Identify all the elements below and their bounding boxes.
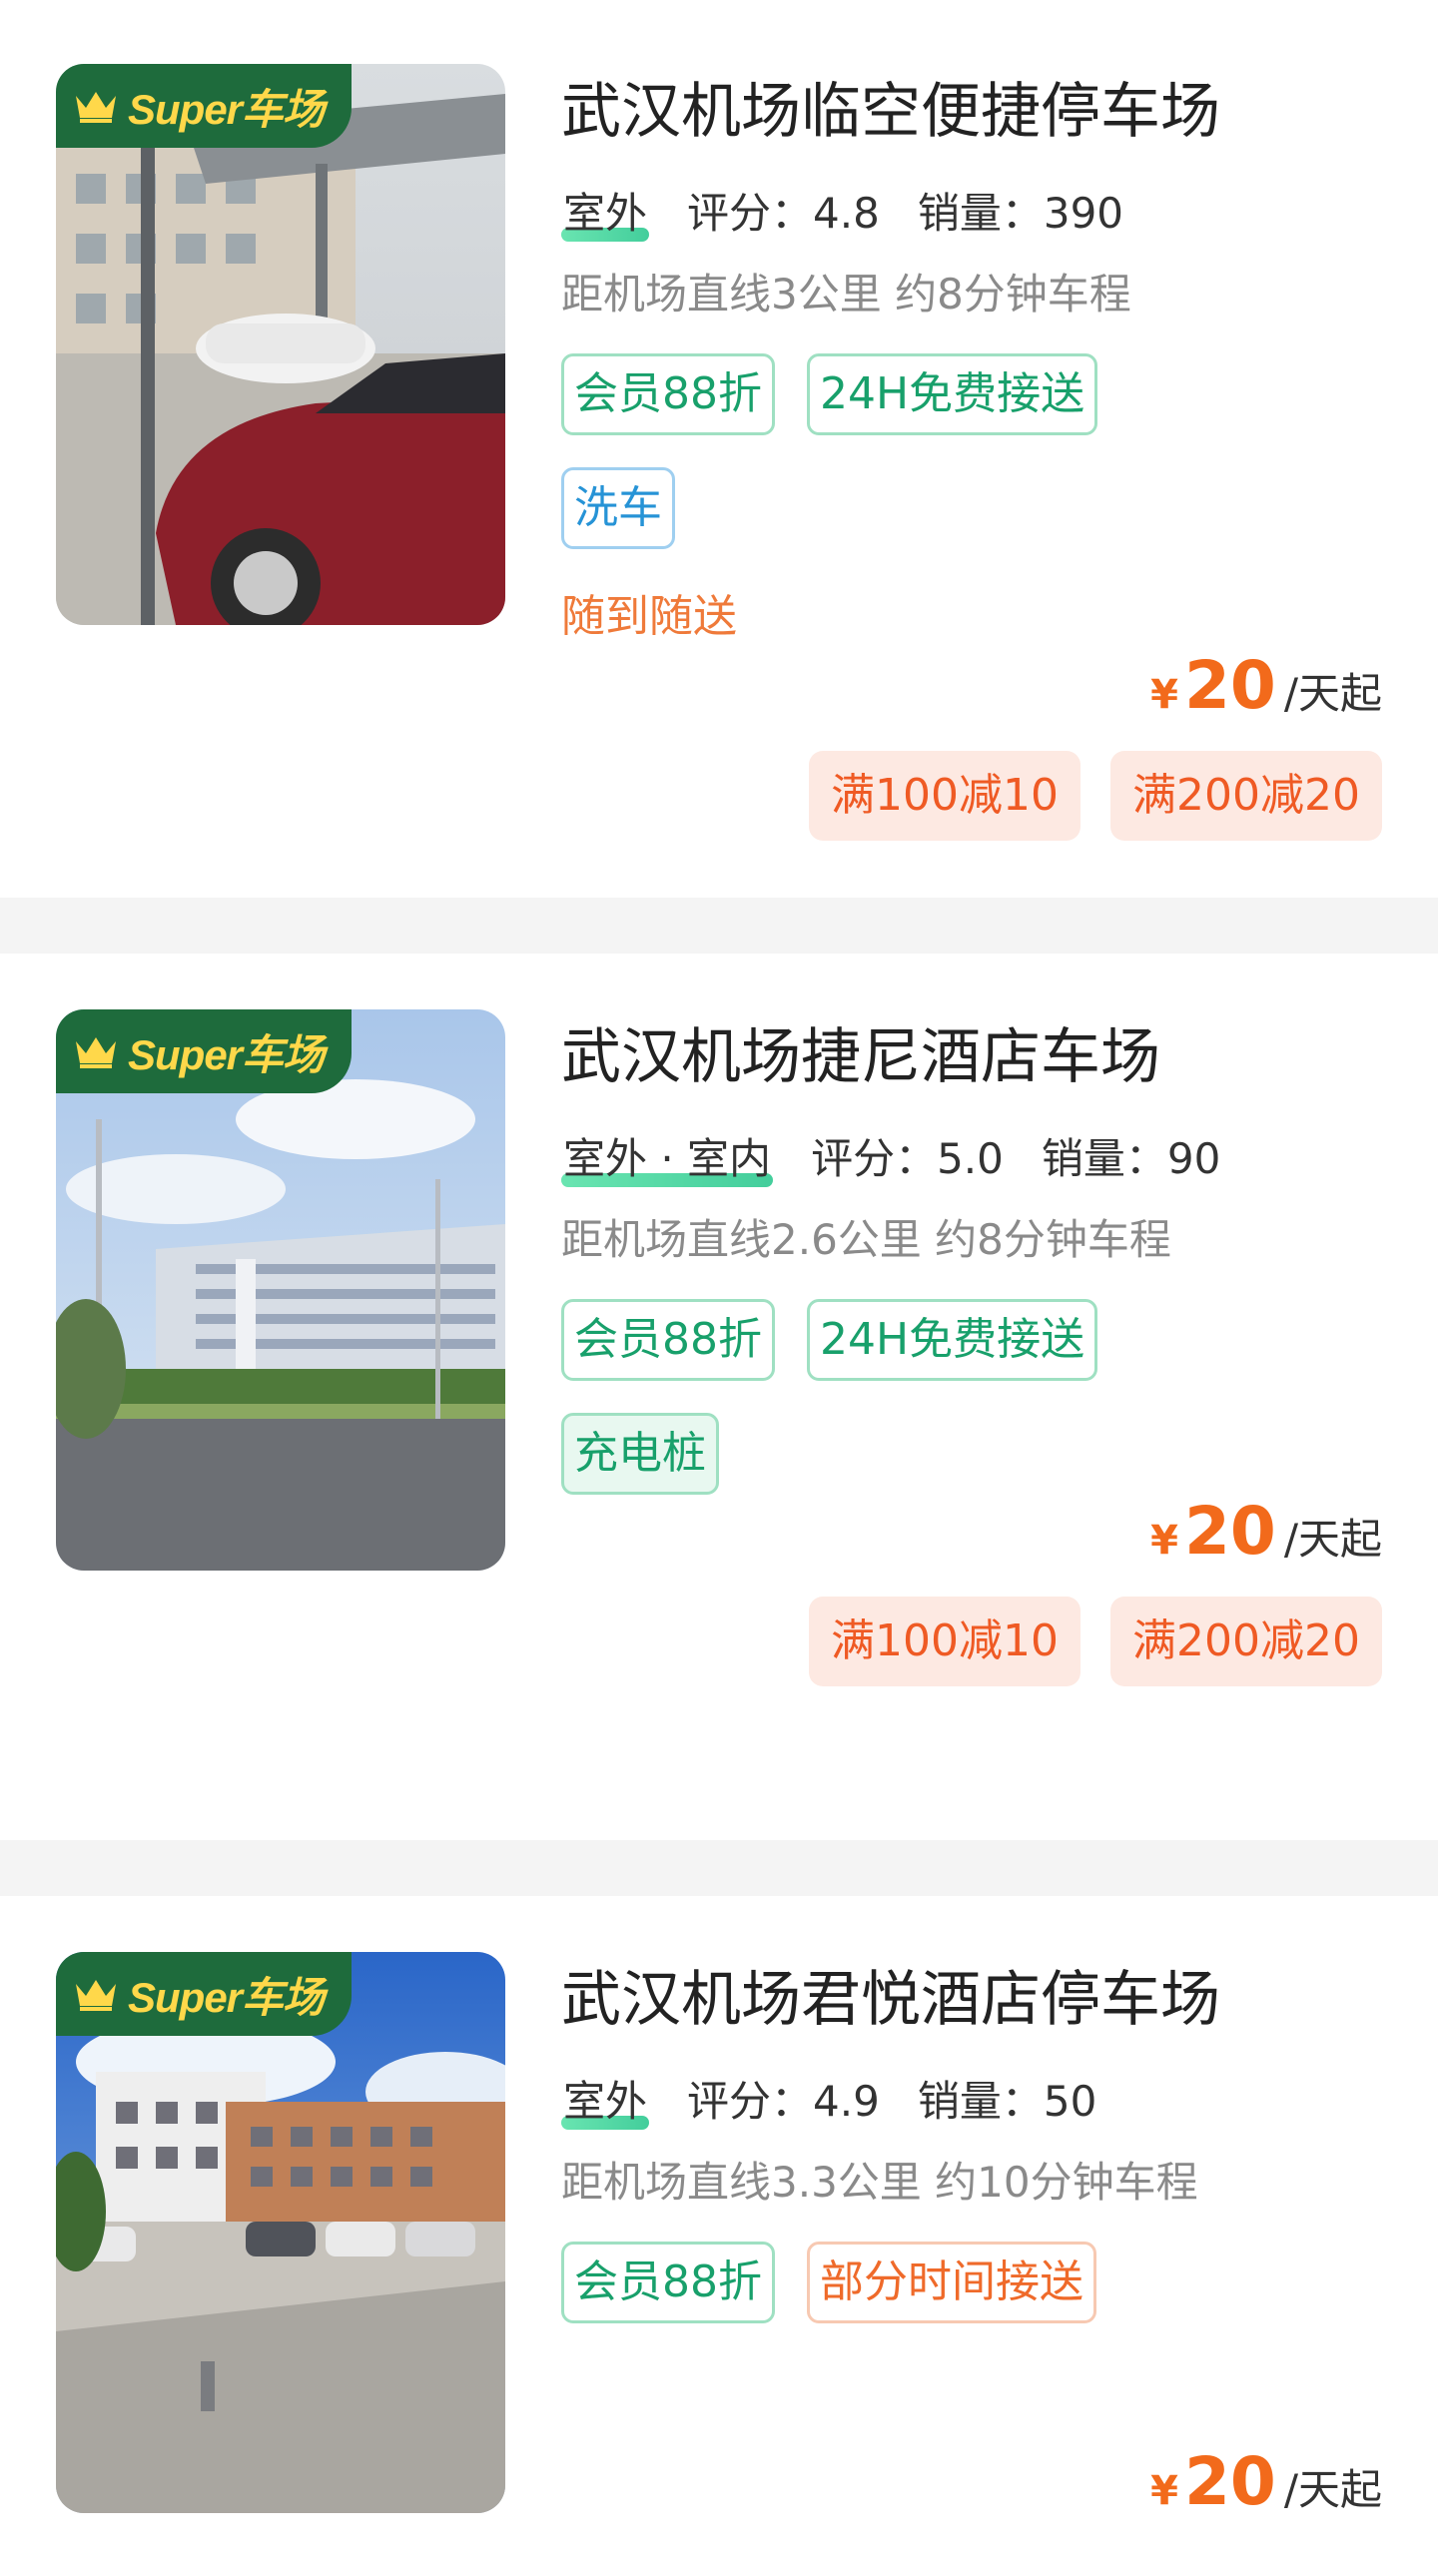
shuttle-tag: 24H免费接送 — [807, 1299, 1098, 1381]
coupon-200-20[interactable]: 满200减20 — [1110, 1597, 1382, 1686]
member-discount-tag: 会员88折 — [561, 2242, 775, 2323]
distance-text: 距机场直线3公里 约8分钟车程 — [561, 270, 1131, 319]
super-lot-badge: Super车场 — [56, 1009, 352, 1093]
rating-value: 5.0 — [937, 1134, 1004, 1183]
crown-icon — [76, 92, 116, 123]
crown-icon — [76, 1037, 116, 1068]
crown-icon — [76, 1980, 116, 2011]
badge-text: Super车场 — [128, 85, 325, 133]
sales-label: 销量： — [917, 189, 1044, 238]
super-lot-badge: Super车场 — [56, 1952, 352, 2036]
price-unit: /天起 — [1283, 2465, 1382, 2514]
lot-info: 武汉机场临空便捷停车场 室外 评分： 4.8 销量： 390 距机场直线3公里 … — [561, 64, 1382, 647]
parking-lot-photo[interactable]: Super车场 — [56, 64, 505, 625]
parking-lot-card[interactable]: Super车场 武汉机场君悦酒店停车场 室外 评分： 4.9 销量： 50 距机… — [0, 1896, 1438, 2576]
coupon-100-10[interactable]: 满100减10 — [809, 751, 1081, 841]
lot-info: 武汉机场君悦酒店停车场 室外 评分： 4.9 销量： 50 距机场直线3.3公里… — [561, 1952, 1382, 2323]
service-note: 随到随送 — [561, 591, 737, 642]
parking-lot-photo[interactable]: Super车场 — [56, 1952, 505, 2513]
price-value: 20 — [1183, 647, 1276, 724]
feature-tags: 会员88折 部分时间接送 — [561, 2242, 1160, 2323]
lot-type-label: 室外 — [561, 2072, 650, 2132]
distance-text: 距机场直线2.6公里 约8分钟车程 — [561, 1215, 1171, 1264]
lot-meta: 室外 评分： 4.8 销量： 390 — [561, 184, 1382, 244]
feature-tags: 会员88折 24H免费接送 — [561, 353, 1160, 435]
price-value: 20 — [1183, 1493, 1276, 1570]
parking-lot-list: Super车场 武汉机场临空便捷停车场 室外 评分： 4.8 销量： 390 距… — [0, 0, 1438, 2576]
price: ¥ 20 /天起 — [1150, 2443, 1382, 2520]
price: ¥ 20 /天起 — [1150, 647, 1382, 724]
rating-label: 评分： — [687, 2077, 814, 2126]
car-wash-tag: 洗车 — [561, 467, 675, 549]
coupon-200-20[interactable]: 满200减20 — [1110, 751, 1382, 841]
rating-label: 评分： — [811, 1134, 938, 1183]
coupon-list: 满100减10 满200减20 — [809, 751, 1382, 841]
sales-label: 销量： — [1041, 1134, 1167, 1183]
price-unit: /天起 — [1283, 1515, 1382, 1564]
badge-text: Super车场 — [128, 1030, 325, 1078]
parking-lot-card[interactable]: Super车场 武汉机场捷尼酒店车场 室外 · 室内 评分： 5.0 销量： 9… — [0, 954, 1438, 1840]
sales-value: 90 — [1166, 1134, 1221, 1183]
lot-name[interactable]: 武汉机场君悦酒店停车场 — [561, 1952, 1382, 2048]
sales-value: 50 — [1043, 2077, 1097, 2126]
currency-symbol: ¥ — [1150, 672, 1178, 718]
charging-pile-tag: 充电桩 — [561, 1413, 719, 1495]
member-discount-tag: 会员88折 — [561, 1299, 775, 1381]
lot-info: 武汉机场捷尼酒店车场 室外 · 室内 评分： 5.0 销量： 90 距机场直线2… — [561, 1009, 1382, 1495]
parking-photo-building-icon — [56, 1009, 505, 1571]
price: ¥ 20 /天起 — [1150, 1493, 1382, 1570]
price-value: 20 — [1183, 2443, 1276, 2520]
lot-name[interactable]: 武汉机场临空便捷停车场 — [561, 64, 1382, 160]
feature-tags: 会员88折 24H免费接送 — [561, 1299, 1160, 1381]
lot-type-label: 室外 · 室内 — [561, 1129, 774, 1189]
rating-value: 4.8 — [813, 189, 880, 238]
badge-text: Super车场 — [128, 1973, 325, 2021]
currency-symbol: ¥ — [1150, 2468, 1178, 2514]
shuttle-tag: 24H免费接送 — [807, 353, 1098, 435]
price-unit: /天起 — [1283, 669, 1382, 718]
distance-text: 距机场直线3.3公里 约10分钟车程 — [561, 2158, 1198, 2207]
sales-label: 销量： — [917, 2077, 1044, 2126]
coupon-list: 满100减10 满200减20 — [809, 1597, 1382, 1686]
sales-value: 390 — [1043, 189, 1124, 238]
lot-meta: 室外 · 室内 评分： 5.0 销量： 90 — [561, 1129, 1382, 1189]
super-lot-badge: Super车场 — [56, 64, 352, 148]
rating-value: 4.9 — [813, 2077, 880, 2126]
parking-lot-card[interactable]: Super车场 武汉机场临空便捷停车场 室外 评分： 4.8 销量： 390 距… — [0, 0, 1438, 898]
parking-photo-hotel-icon — [56, 1952, 505, 2513]
parking-photo-red-car-icon — [56, 64, 505, 625]
lot-name[interactable]: 武汉机场捷尼酒店车场 — [561, 1009, 1382, 1105]
parking-lot-photo[interactable]: Super车场 — [56, 1009, 505, 1571]
lot-type-label: 室外 — [561, 184, 650, 244]
lot-meta: 室外 评分： 4.9 销量： 50 — [561, 2072, 1382, 2132]
coupon-100-10[interactable]: 满100减10 — [809, 1597, 1081, 1686]
rating-label: 评分： — [687, 189, 814, 238]
member-discount-tag: 会员88折 — [561, 353, 775, 435]
partial-shuttle-tag: 部分时间接送 — [807, 2242, 1096, 2323]
currency-symbol: ¥ — [1150, 1518, 1178, 1564]
